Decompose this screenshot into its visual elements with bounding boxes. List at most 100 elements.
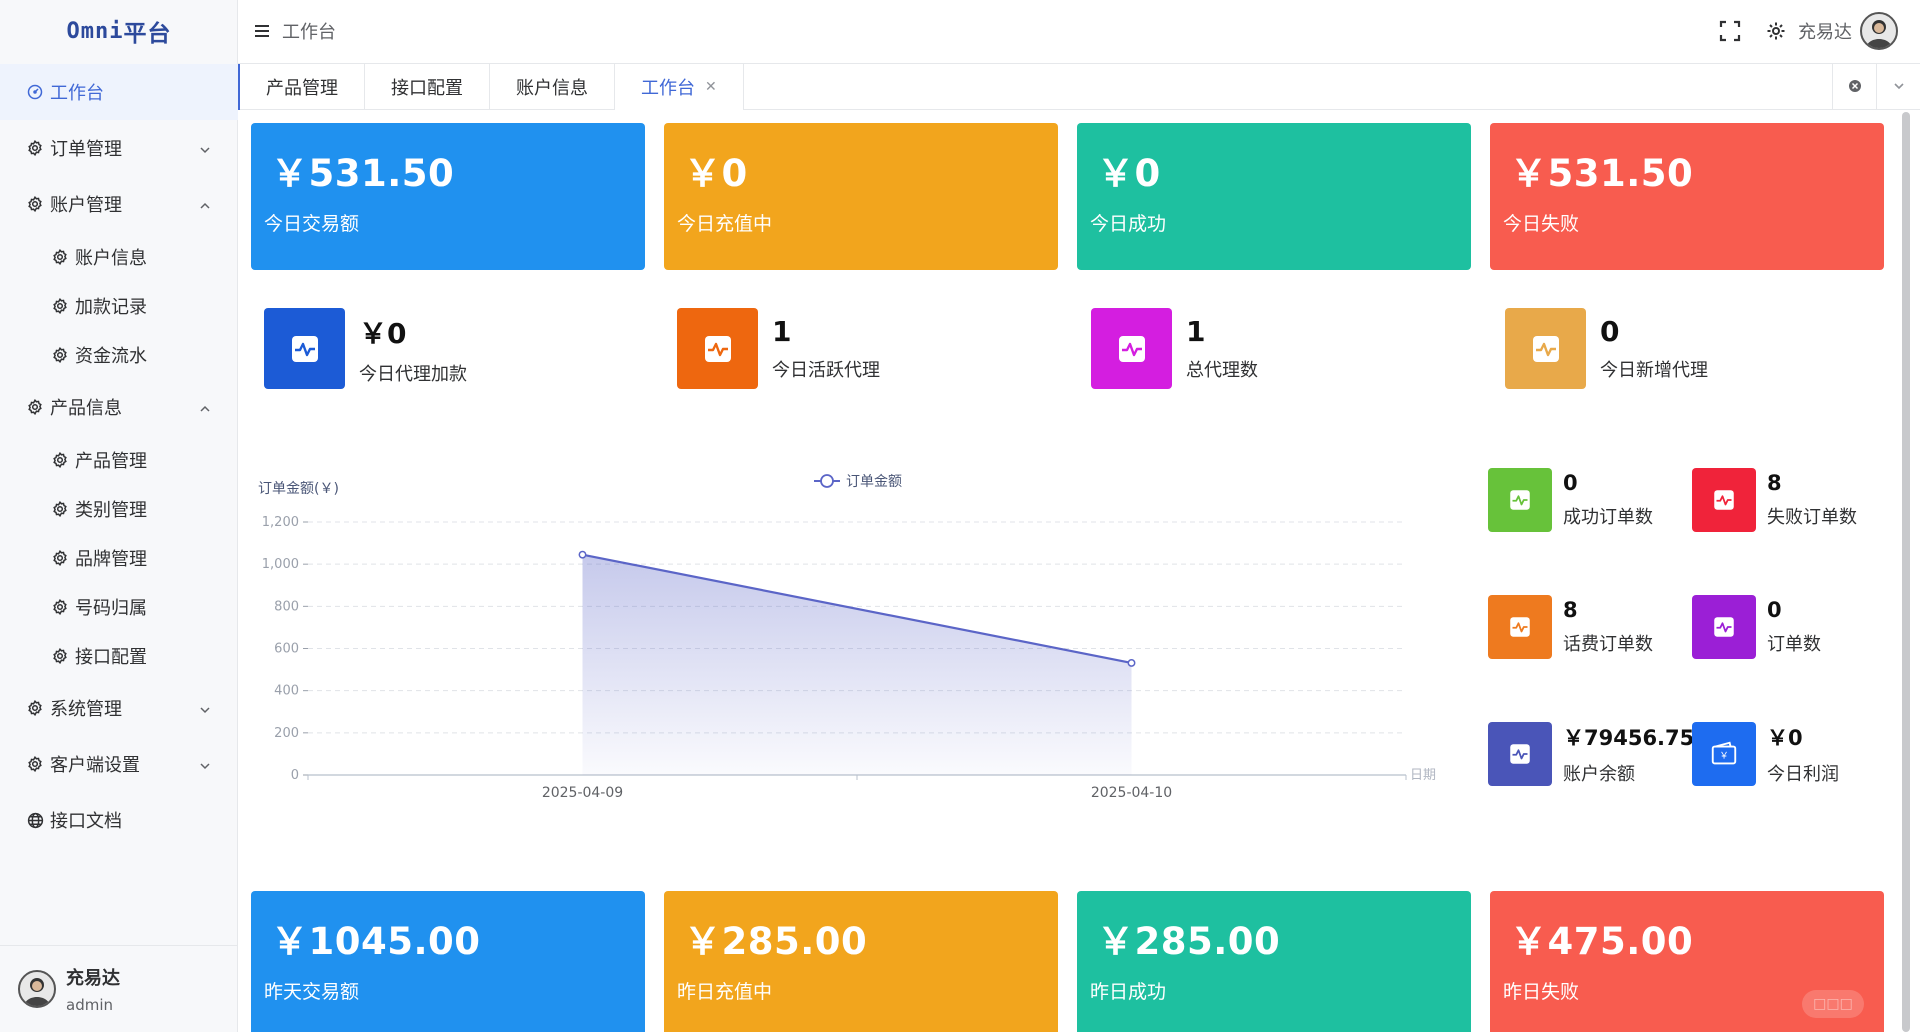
sidebar-item[interactable]: 客户端设置 [0,736,238,792]
stat-value: ￥531.50 [1510,152,1694,195]
kpi-label: 账户余额 [1563,764,1635,785]
chevron-down-icon [198,141,212,155]
tab-label: 工作台 [641,78,695,99]
avatar [18,970,56,1008]
today-stat-card: ￥0 今日充值中 [664,123,1058,270]
app-root: Omni 平台 工作台 订单管理 账户管理 账户信息 加款记录 资金流水 产品信息 产品管理 类别… [0,0,1920,1032]
today-stat-card: ￥0 今日成功 [1077,123,1471,270]
agent-stat-value: 1 [772,315,792,348]
settings-icon [51,647,69,665]
tabs-dropdown-button[interactable] [1876,64,1920,110]
breadcrumb[interactable]: 工作台 [282,18,336,44]
menu-toggle-icon[interactable] [252,21,272,41]
agent-stat-label: 今日新增代理 [1600,360,1708,381]
settings-icon [51,451,69,469]
y-tick-label: 1,000 [262,557,299,572]
agent-stat: 1 总代理数 [1091,308,1258,389]
settings-icon [51,346,69,364]
sidebar-item[interactable]: 类别管理 [0,484,238,533]
content-scrollbar[interactable] [1902,112,1910,1032]
settings-icon [26,139,44,157]
kpi-value: ￥79456.75 [1563,726,1695,750]
sidebar-item[interactable]: 工作台 [0,64,238,120]
sidebar-item[interactable]: 账户管理 [0,176,238,232]
stat-value: ￥285.00 [684,920,868,963]
sidebar-item[interactable]: 品牌管理 [0,533,238,582]
chevron-down-icon [1892,78,1906,97]
sidebar-item[interactable]: 订单管理 [0,120,238,176]
data-point [578,550,587,559]
sidebar-item[interactable]: 接口文档 [0,792,238,848]
settings-icon [51,598,69,616]
x-tick-label: 2025-04-10 [1091,785,1172,801]
sidebar-item-label: 系统管理 [50,699,122,720]
sidebar-item-label: 工作台 [50,83,104,104]
top-header: 工作台 充易达 [238,0,1920,62]
app-logo[interactable]: Omni 平台 [0,0,238,62]
sidebar-item-label: 品牌管理 [75,548,147,570]
fullscreen-icon[interactable] [1718,19,1742,43]
sidebar-user-role: admin [66,996,113,1014]
y-tick-label: 800 [274,599,299,614]
tab-label: 接口配置 [391,78,463,99]
stat-label: 今日成功 [1090,213,1167,235]
kpi-label: 成功订单数 [1563,507,1653,528]
gear-icon[interactable] [1764,19,1788,43]
sidebar-item[interactable]: 产品信息 [0,379,238,435]
stat-value: ￥1045.00 [271,920,481,963]
agent-stat-label: 今日活跃代理 [772,360,880,381]
agent-stat: 0 今日新增代理 [1505,308,1708,389]
stat-value: ￥0 [684,152,748,195]
settings-icon [51,500,69,518]
avatar[interactable] [1860,12,1898,50]
today-stat-card: ￥531.50 今日失败 [1490,123,1884,270]
close-all-tabs-button[interactable] [1832,64,1876,110]
y-tick-label: 400 [274,684,299,699]
sidebar-item[interactable]: 资金流水 [0,330,238,379]
sidebar-item-label: 客户端设置 [50,755,140,776]
pulse-icon [677,308,758,389]
close-icon[interactable]: ✕ [705,79,717,95]
main-content: ￥531.50 今日交易额 ￥0 今日充值中 ￥0 今日成功 ￥531.50 今日失败 ￥0 今… [238,111,1894,1032]
agent-stat: 1 今日活跃代理 [677,308,880,389]
kpi-item: ￥79456.75 账户余额 [1488,722,1694,786]
settings-icon [26,755,44,773]
sidebar-item-label: 账户管理 [50,195,122,216]
today-stats: ￥531.50 今日交易额 ￥0 今日充值中 ￥0 今日成功 ￥531.50 今日失败 [251,123,1894,270]
yesterday-stat-card: ￥1045.00 昨天交易额 [251,891,645,1032]
logo-suffix: 平台 [123,21,172,47]
tab-account-info[interactable]: 账户信息 [490,64,615,110]
sidebar-item[interactable]: 加款记录 [0,281,238,330]
tab-api-config[interactable]: 接口配置 [365,64,490,110]
x-axis-label: 日期 [1410,768,1436,783]
sidebar-item-label: 类别管理 [75,499,147,521]
sidebar-item[interactable]: 接口配置 [0,631,238,680]
header-user-name[interactable]: 充易达 [1798,18,1852,44]
tab-product-management[interactable]: 产品管理 [238,64,365,110]
watermark: □□□ [1802,990,1864,1018]
kpi-value: 8 [1563,598,1578,622]
chevron-up-icon [198,400,212,414]
pulse-icon [1488,722,1552,786]
today-stat-card: ￥531.50 今日交易额 [251,123,645,270]
sidebar-user[interactable]: 充易达 admin [0,945,238,1032]
sidebar-item[interactable]: 账户信息 [0,232,238,281]
kpi-item: 8 失败订单数 [1692,468,1857,532]
kpi-label: 失败订单数 [1767,507,1857,528]
sidebar-item[interactable]: 产品管理 [0,435,238,484]
settings-icon [51,297,69,315]
tab-dashboard[interactable]: 工作台 ✕ [615,64,744,110]
stat-value: ￥0 [1097,152,1161,195]
svg-text:￥: ￥ [1719,751,1728,762]
sidebar: Omni 平台 工作台订单管理账户管理账户信息加款记录 资金流水 产品信息产品管理类别… [0,0,238,1032]
sidebar-item-label: 账户信息 [75,247,147,269]
sidebar-item[interactable]: 号码归属 [0,582,238,631]
series-area [582,554,1132,775]
wallet-icon: ￥ [1692,722,1756,786]
kpi-value: ￥0 [1767,726,1803,750]
settings-icon [51,248,69,266]
agent-stat-label: 总代理数 [1186,360,1258,381]
sidebar-item[interactable]: 系统管理 [0,680,238,736]
sidebar-item-label: 产品管理 [75,450,147,472]
pulse-icon [264,308,345,389]
